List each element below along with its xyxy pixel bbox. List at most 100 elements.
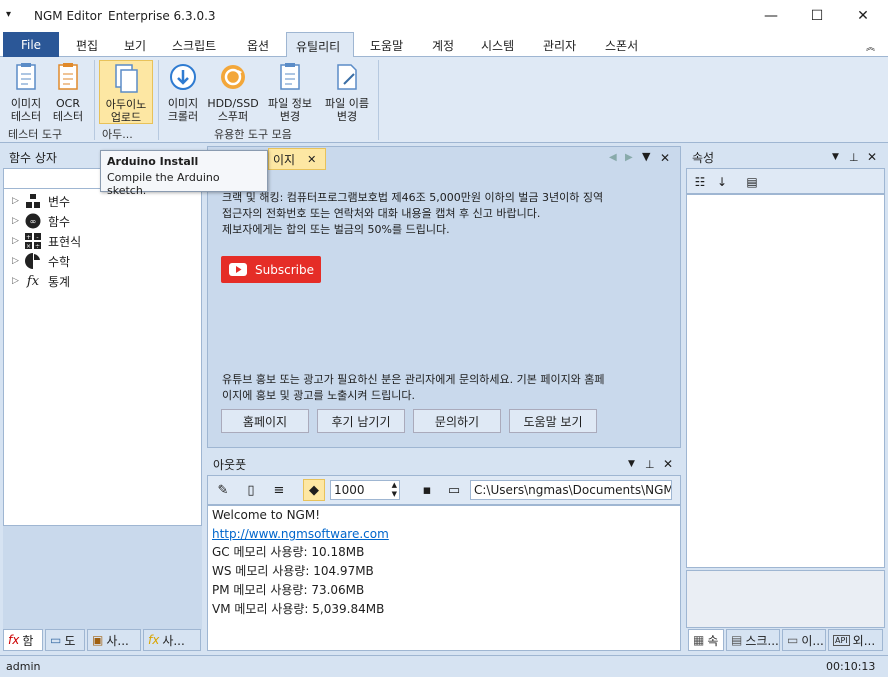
file-rename-button[interactable]: 파일 이름 변경 — [320, 62, 374, 123]
scroll-right-icon[interactable]: ▶ — [625, 152, 633, 163]
maximize-button[interactable]: ☐ — [794, 0, 840, 32]
tab-tools[interactable]: ▭ 도 — [45, 629, 85, 651]
warning-line: 접근자의 전화번호 또는 연락처와 대화 내용을 캡쳐 후 신고 바랍니다. — [222, 207, 541, 220]
menu-options[interactable]: 옵션 — [247, 37, 269, 54]
menu-sponsor[interactable]: 스폰서 — [605, 37, 638, 54]
pin-icon[interactable]: ⊥ — [645, 458, 655, 471]
arduino-upload-label2: 업로드 — [110, 111, 142, 124]
menu-account[interactable]: 계정 — [432, 37, 454, 54]
tab-label: 스크... — [745, 633, 779, 648]
help-button[interactable]: 도움말 보기 — [509, 409, 597, 433]
arduino-tooltip: Arduino Install Compile the Arduino sket… — [100, 150, 268, 197]
ribbon-separator — [158, 60, 159, 140]
ocr-tester-label1: OCR — [56, 97, 80, 110]
log-line: PM 메모리 사용량: 73.06MB — [212, 583, 365, 597]
spinner-arrows-icon[interactable]: ▲ ▼ — [392, 481, 397, 499]
expression-icon: + - × ÷ — [24, 233, 42, 249]
youtube-icon — [229, 263, 247, 276]
menu-system[interactable]: 시스템 — [481, 37, 514, 54]
fx-icon: fx — [8, 633, 20, 647]
file-info-icon — [280, 63, 300, 90]
spoofer-button[interactable]: HDD/SSD 스푸퍼 — [206, 62, 260, 123]
arduino-upload-icon — [115, 64, 138, 93]
tree-item-expression[interactable]: ▷ + - × ÷ 표현식 — [12, 232, 81, 250]
properties-menu-icon[interactable]: ▼ — [832, 152, 839, 162]
categorized-icon[interactable]: ☷ — [689, 172, 711, 192]
output-path-field[interactable]: C:\Users\ngmas\Documents\NGM6\ — [470, 480, 672, 500]
menu-view[interactable]: 보기 — [124, 37, 146, 54]
collapse-ribbon-icon[interactable]: ︽ — [866, 40, 875, 53]
image-crawler-button[interactable]: 이미지 크롤러 — [163, 62, 203, 123]
expand-arrow-icon[interactable]: ▷ — [12, 236, 24, 246]
file-menu-button[interactable]: File — [3, 32, 59, 57]
tree-item-statistics[interactable]: ▷ 𝑓x 통계 — [12, 272, 70, 290]
document-close-icon[interactable]: ✕ — [660, 151, 670, 165]
menu-admin[interactable]: 관리자 — [543, 37, 576, 54]
image-crawler-label1: 이미지 — [167, 97, 199, 110]
properties-tab-icon: ▦ — [693, 633, 705, 647]
tooltip-text: Compile the Arduino sketch. — [107, 171, 220, 197]
output-close-icon[interactable]: ✕ — [663, 457, 673, 471]
eraser-icon[interactable]: ◆ — [303, 479, 325, 501]
system-menu-icon[interactable]: ▾ — [6, 9, 11, 20]
expand-arrow-icon[interactable]: ▷ — [12, 276, 24, 286]
open-folder-icon[interactable]: ▭ — [443, 479, 465, 501]
pin-icon[interactable]: ⊥ — [849, 151, 859, 164]
tree-item-label: 통계 — [48, 274, 71, 289]
tab-image[interactable]: ▭ 이... — [782, 629, 826, 651]
expand-arrow-icon[interactable]: ▷ — [12, 196, 24, 206]
tab-script[interactable]: ▤ 스크... — [726, 629, 780, 651]
app-edition: Enterprise 6.3.0.3 — [108, 9, 216, 23]
review-button[interactable]: 후기 남기기 — [317, 409, 405, 433]
ribbon-separator — [378, 60, 379, 140]
tab-function-box[interactable]: fx 함 — [3, 629, 43, 651]
tab-dictionary[interactable]: ▣ 사... — [87, 629, 141, 651]
subscribe-button[interactable]: Subscribe — [221, 256, 321, 283]
scroll-left-icon[interactable]: ◀ — [609, 152, 617, 163]
close-button[interactable]: ✕ — [840, 0, 886, 32]
image-tester-button[interactable]: 이미지 테스터 — [6, 62, 46, 123]
warning-line: 크랙 및 해킹: 컴퓨터프로그램보호법 제46조 5,000만원 이하의 벌금 … — [222, 191, 604, 204]
tab-external[interactable]: API 외... — [828, 629, 883, 651]
tab-label: 속 — [707, 633, 719, 648]
log-line: Welcome to NGM! — [212, 508, 321, 522]
arduino-upload-button[interactable]: 아두이노 업로드 — [99, 60, 153, 124]
image-tester-label2: 테스터 — [10, 110, 42, 123]
properties-close-icon[interactable]: ✕ — [867, 150, 877, 164]
document-clock-icon[interactable]: ▯ — [240, 479, 262, 501]
tree-item-math[interactable]: ▷ 수학 — [12, 252, 70, 270]
menu-help[interactable]: 도움말 — [370, 37, 403, 54]
document-tab[interactable]: 이지 ✕ — [268, 148, 326, 170]
svg-text:+: + — [26, 234, 31, 241]
property-pages-icon[interactable]: ▤ — [741, 172, 763, 192]
tab-close-icon[interactable]: ✕ — [307, 153, 316, 166]
file-info-button[interactable]: 파일 정보 변경 — [263, 62, 317, 123]
output-menu-icon[interactable]: ▼ — [628, 459, 635, 469]
save-icon[interactable]: ▪ — [416, 479, 438, 501]
file-rename-label1: 파일 이름 — [325, 97, 369, 110]
lines-icon[interactable]: ≡ — [268, 479, 290, 501]
log-line: WS 메모리 사용량: 104.97MB — [212, 564, 374, 578]
line-limit-input[interactable]: 1000 ▲ ▼ — [330, 480, 400, 500]
expand-arrow-icon[interactable]: ▷ — [12, 256, 24, 266]
menu-edit[interactable]: 편집 — [76, 37, 98, 54]
alphabetical-sort-icon[interactable]: ↓ — [711, 172, 733, 192]
homepage-button[interactable]: 홈페이지 — [221, 409, 309, 433]
spoofer-label1: HDD/SSD — [207, 97, 259, 110]
tree-item-label: 표현식 — [48, 234, 82, 249]
ocr-tester-button[interactable]: OCR 테스터 — [48, 62, 88, 123]
group-tester-tools: 테스터 도구 — [8, 128, 63, 141]
tab-user-functions[interactable]: fx 사... — [143, 629, 201, 651]
contact-button[interactable]: 문의하기 — [413, 409, 501, 433]
broom-icon[interactable]: ✎ — [212, 479, 234, 501]
expand-arrow-icon[interactable]: ▷ — [12, 216, 24, 226]
tree-item-variable[interactable]: ▷ 변수 — [12, 192, 70, 210]
minimize-button[interactable]: — — [748, 0, 794, 32]
menu-utility[interactable]: 유틸리티 — [286, 32, 354, 58]
menu-script[interactable]: 스크립트 — [172, 37, 216, 54]
tree-item-function[interactable]: ▷ ∞ 함수 — [12, 212, 70, 230]
document-menu-icon[interactable]: ▼ — [642, 150, 650, 163]
tab-properties[interactable]: ▦ 속 — [688, 629, 724, 651]
right-panel-header: 속성 ▼ ⊥ ✕ — [686, 146, 885, 168]
website-link[interactable]: http://www.ngmsoftware.com — [212, 527, 389, 541]
